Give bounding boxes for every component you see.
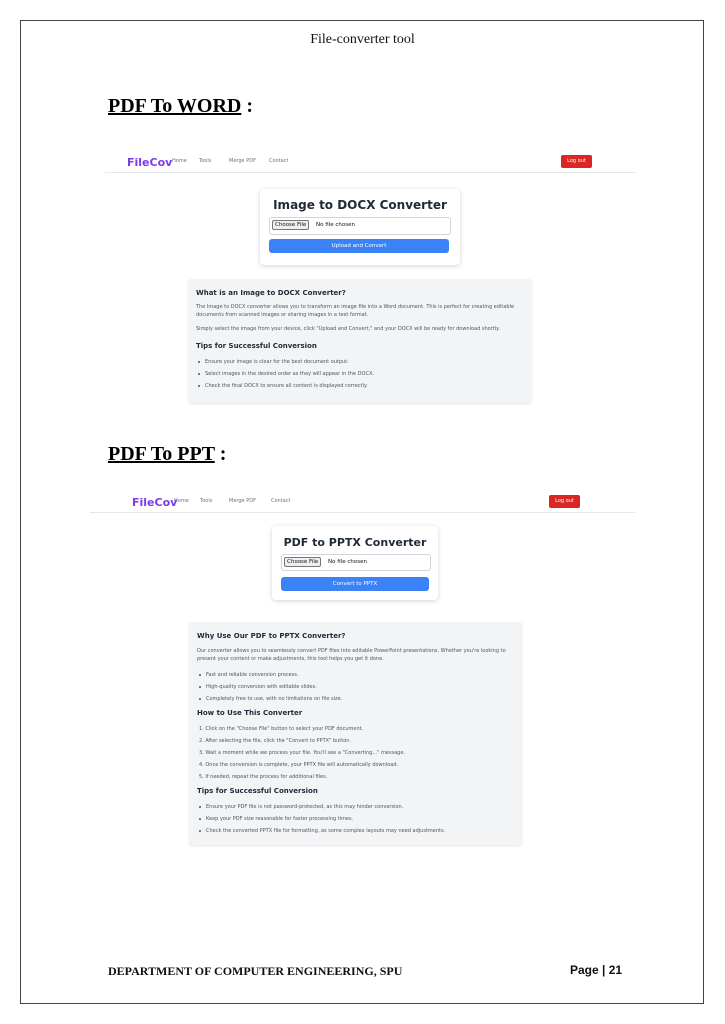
list-item: High-quality conversion with editable sl… xyxy=(199,684,317,690)
file-status: No file chosen xyxy=(328,559,367,565)
file-input[interactable]: Choose File No file chosen xyxy=(269,217,451,235)
screenshot-pdf-to-ppt: FileCov Home Tools Merge PDF Contact Log… xyxy=(90,492,635,848)
list-item: Ensure your PDF file is not password-pro… xyxy=(199,804,403,810)
nav-link-merge-pdf[interactable]: Merge PDF xyxy=(229,158,256,164)
converter-card: PDF to PPTX Converter Choose File No fil… xyxy=(272,526,438,600)
file-input[interactable]: Choose File No file chosen xyxy=(281,554,431,571)
file-status: No file chosen xyxy=(316,222,355,228)
step-item: 2. After selecting the file, click the "… xyxy=(199,738,352,744)
footer-page-number: Page | 21 xyxy=(570,963,623,977)
section-heading-colon: : xyxy=(214,443,227,465)
info-heading: Why Use Our PDF to PPTX Converter? xyxy=(197,632,346,640)
list-item: Keep your PDF size reasonable for faster… xyxy=(199,816,353,822)
nav-link-tools[interactable]: Tools xyxy=(200,498,212,504)
info-panel: What is an Image to DOCX Converter? The … xyxy=(188,279,532,403)
convert-to-pptx-button[interactable]: Convert to PPTX xyxy=(281,577,429,591)
footer-department: DEPARTMENT OF COMPUTER ENGINEERING, SPU xyxy=(108,964,403,978)
list-item: Check the final DOCX to ensure all conte… xyxy=(198,383,368,389)
screenshot-pdf-to-word: FileCov Home Tools Merge PDF Contact Log… xyxy=(105,152,635,407)
nav-link-contact[interactable]: Contact xyxy=(269,158,288,164)
info-paragraph: Our converter allows you to seamlessly c… xyxy=(197,648,506,662)
section-heading-text: PDF To PPT xyxy=(108,443,215,465)
how-to-heading: How to Use This Converter xyxy=(197,709,303,717)
list-item: Check the converted PPTX file for format… xyxy=(199,828,445,834)
list-item: Ensure your image is clear for the best … xyxy=(198,359,349,365)
nav-link-contact[interactable]: Contact xyxy=(271,498,290,504)
logout-button[interactable]: Log out xyxy=(549,495,580,508)
info-paragraph: Simply select the image from your device… xyxy=(196,326,500,332)
section-heading-pdf-to-ppt: PDF To PPT : xyxy=(108,443,226,466)
step-item: 4. Once the conversion is complete, your… xyxy=(199,762,399,768)
logout-button[interactable]: Log out xyxy=(561,155,592,168)
navbar: FileCov Home Tools Merge PDF Contact Log… xyxy=(105,152,635,173)
info-paragraph: The Image to DOCX converter allows you t… xyxy=(196,304,515,318)
card-title: PDF to PPTX Converter xyxy=(283,536,427,549)
section-heading-colon: : xyxy=(241,95,254,117)
choose-file-button[interactable]: Choose File xyxy=(272,220,310,230)
tips-heading: Tips for Successful Conversion xyxy=(197,787,318,795)
brand-logo[interactable]: FileCov xyxy=(132,496,177,509)
step-item: 5. If needed, repeat the process for add… xyxy=(199,774,328,780)
nav-link-home[interactable]: Home xyxy=(174,498,189,504)
converter-card: Image to DOCX Converter Choose File No f… xyxy=(260,189,460,265)
navbar: FileCov Home Tools Merge PDF Contact Log… xyxy=(90,492,635,513)
section-heading-pdf-to-word: PDF To WORD : xyxy=(108,95,253,118)
upload-and-convert-button[interactable]: Upload and Convert xyxy=(269,239,449,253)
list-item: Fast and reliable conversion process. xyxy=(199,672,298,678)
info-heading: What is an Image to DOCX Converter? xyxy=(196,289,346,297)
card-title: Image to DOCX Converter xyxy=(273,198,447,212)
step-item: 1. Click on the "Choose File" button to … xyxy=(199,726,364,732)
list-item: Select images in the desired order as th… xyxy=(198,371,374,377)
nav-link-merge-pdf[interactable]: Merge PDF xyxy=(229,498,256,504)
step-item: 3. Wait a moment while we process your f… xyxy=(199,750,406,756)
document-header-title: File-converter tool xyxy=(310,32,415,47)
brand-logo[interactable]: FileCov xyxy=(127,156,172,169)
choose-file-button[interactable]: Choose File xyxy=(284,557,322,567)
tips-heading: Tips for Successful Conversion xyxy=(196,342,317,350)
list-item: Completely free to use, with no limitati… xyxy=(199,696,342,702)
info-panel: Why Use Our PDF to PPTX Converter? Our c… xyxy=(189,622,522,845)
nav-link-home[interactable]: Home xyxy=(172,158,187,164)
section-heading-text: PDF To WORD xyxy=(108,95,242,117)
nav-link-tools[interactable]: Tools xyxy=(199,158,211,164)
